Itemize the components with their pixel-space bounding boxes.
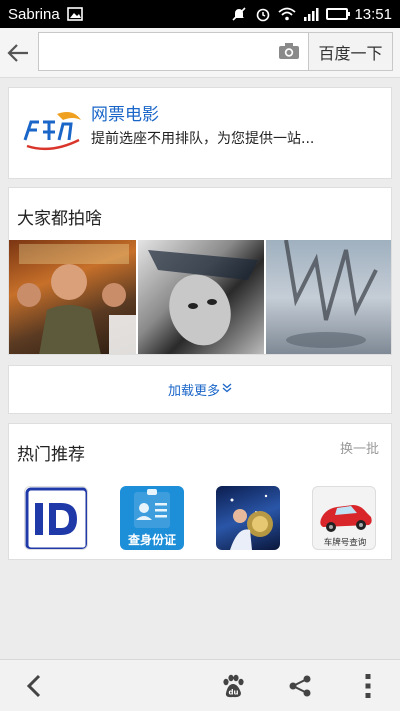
image-icon xyxy=(66,5,84,23)
load-more-button[interactable]: 加载更多 xyxy=(9,366,391,413)
hot-card: 热门推荐 换一批 查身份证 车牌号查询 xyxy=(8,423,392,560)
battery-icon xyxy=(326,8,351,20)
movie-poster[interactable] xyxy=(266,240,391,354)
search-box xyxy=(38,32,308,71)
ad-description: 提前选座不用排队，为您提供一站... xyxy=(91,131,315,147)
ad-card[interactable]: 网票电影 提前选座不用排队，为您提供一站... xyxy=(8,87,392,179)
double-chevron-down-icon xyxy=(222,382,232,397)
camera-icon[interactable] xyxy=(278,42,300,64)
clock: 13:51 xyxy=(354,5,392,23)
id-app-icon[interactable] xyxy=(24,486,88,550)
movie-poster[interactable] xyxy=(9,240,136,354)
nav-back-icon[interactable] xyxy=(4,660,64,711)
alarm-icon xyxy=(254,5,272,23)
swap-batch-link[interactable]: 换一批 xyxy=(340,438,379,457)
app-row: 查身份证 车牌号查询 xyxy=(9,486,393,550)
menu-dots-icon[interactable] xyxy=(338,660,398,711)
signal-icon xyxy=(302,5,320,23)
search-bar: 百度一下 xyxy=(0,28,400,78)
search-button[interactable]: 百度一下 xyxy=(308,32,393,71)
car-plate-app-label: 车牌号查询 xyxy=(324,537,367,548)
movie-poster[interactable] xyxy=(137,240,265,354)
load-more-card: 加载更多 xyxy=(8,365,392,414)
share-icon[interactable] xyxy=(270,660,330,711)
ad-title[interactable]: 网票电影 xyxy=(91,100,159,125)
zodiac-app-icon[interactable] xyxy=(216,486,280,550)
load-more-label: 加载更多 xyxy=(167,384,220,399)
movies-section-title: 大家都拍啥 xyxy=(17,209,102,229)
id-check-app-icon[interactable]: 查身份证 xyxy=(120,486,184,550)
id-check-app-label: 查身份证 xyxy=(127,532,176,547)
movies-card: 大家都拍啥 xyxy=(8,187,392,355)
search-input[interactable] xyxy=(45,33,265,70)
poster-row xyxy=(9,240,391,354)
mute-icon xyxy=(230,5,248,23)
wifi-icon xyxy=(278,5,297,23)
bottom-nav: du xyxy=(0,659,400,711)
back-arrow-icon[interactable] xyxy=(0,28,36,78)
carrier-name: Sabrina xyxy=(8,5,60,23)
status-bar: Sabrina 13:51 xyxy=(0,0,400,28)
baidu-paw-icon[interactable]: du xyxy=(203,660,263,711)
svg-text:du: du xyxy=(229,689,239,697)
wangpiao-logo xyxy=(21,110,85,154)
car-plate-app-icon[interactable]: 车牌号查询 xyxy=(312,486,376,550)
hot-section-title: 热门推荐 xyxy=(17,445,85,465)
